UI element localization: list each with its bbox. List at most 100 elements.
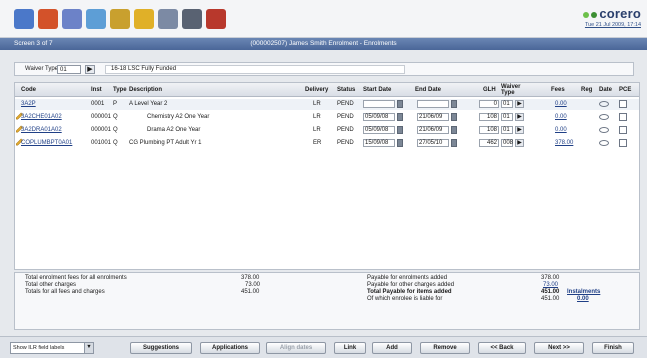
instalments-link[interactable]: Instalments: [567, 289, 600, 295]
description-cell: A Level Year 2: [129, 101, 168, 107]
instalments-value[interactable]: 0.00: [577, 296, 589, 302]
print-icon[interactable]: [182, 9, 202, 29]
delivery-cell: LR: [313, 127, 321, 133]
waiver-lookup-icon[interactable]: ▶: [515, 126, 524, 134]
waiver-type-cell-input[interactable]: 01: [501, 126, 513, 134]
finish-button[interactable]: Finish: [592, 342, 634, 354]
enrolments-grid: Code Inst Type Description Delivery Stat…: [14, 82, 640, 270]
end-date-input[interactable]: 21/06/09: [417, 126, 449, 134]
fees-link[interactable]: 0.00: [555, 114, 567, 120]
waiver-type-cell-input[interactable]: 01: [501, 113, 513, 121]
briefcase-icon[interactable]: [206, 9, 226, 29]
link-button[interactable]: Link: [334, 342, 366, 354]
back-button[interactable]: << Back: [478, 342, 526, 354]
glh-input[interactable]: 108: [479, 126, 499, 134]
applications-button[interactable]: Applications: [200, 342, 260, 354]
waiver-lookup-icon[interactable]: ▶: [515, 139, 524, 147]
status-cell: PEND: [337, 140, 354, 146]
waiver-type-cell-input[interactable]: 01: [501, 100, 513, 108]
view-icon[interactable]: [599, 101, 609, 107]
glh-input[interactable]: 462: [479, 139, 499, 147]
col-glh[interactable]: GLH: [483, 87, 496, 93]
suggestions-button[interactable]: Suggestions: [130, 342, 192, 354]
col-waiver-type[interactable]: Waiver Type: [501, 84, 520, 96]
calendar-icon[interactable]: [451, 139, 457, 147]
calendar-icon[interactable]: [397, 126, 403, 134]
calendar-icon[interactable]: [397, 100, 403, 108]
view-icon[interactable]: [599, 127, 609, 133]
inst-cell: 000001: [91, 114, 112, 120]
delivery-cell: ER: [313, 140, 322, 146]
calendar-icon[interactable]: [451, 113, 457, 121]
type-cell: P: [113, 101, 118, 107]
end-date-input[interactable]: [417, 100, 449, 108]
waiver-lookup-icon[interactable]: ▶: [515, 100, 524, 108]
pce-checkbox[interactable]: [619, 126, 627, 134]
start-date-input[interactable]: 05/09/08: [363, 113, 395, 121]
status-cell: PEND: [337, 127, 354, 133]
table-row[interactable]: 3A2DRA01A02 000001 Q Drama A2 One Year LR PEN…: [15, 125, 639, 136]
waiver-lookup-icon[interactable]: ▶: [515, 113, 524, 121]
tasks-icon[interactable]: [86, 9, 106, 29]
col-date[interactable]: Date: [599, 87, 612, 93]
col-fees[interactable]: Fees: [551, 87, 565, 93]
col-delivery[interactable]: Delivery: [305, 87, 328, 93]
col-inst[interactable]: Inst: [91, 87, 102, 93]
calendar-icon[interactable]: [451, 100, 457, 108]
enrolment-code-link[interactable]: COPLUMBPT0A01: [21, 140, 72, 146]
end-date-input[interactable]: 21/06/09: [417, 113, 449, 121]
col-status[interactable]: Status: [337, 87, 355, 93]
fees-link[interactable]: 0.00: [555, 127, 567, 133]
view-icon[interactable]: [599, 114, 609, 120]
calendar-icon[interactable]: [397, 113, 403, 121]
remove-button[interactable]: Remove: [420, 342, 470, 354]
attachment-icon[interactable]: [62, 9, 82, 29]
students-icon[interactable]: [38, 9, 58, 29]
col-description[interactable]: Description: [129, 87, 162, 93]
home-icon[interactable]: [14, 9, 34, 29]
calendar-icon[interactable]: [158, 9, 178, 29]
col-reg[interactable]: Reg: [581, 87, 592, 93]
waiver-type-input[interactable]: 01: [57, 65, 81, 74]
pce-checkbox[interactable]: [619, 113, 627, 121]
fees-link[interactable]: 0.00: [555, 101, 567, 107]
show-labels-select[interactable]: Show ILR field labels ▼: [10, 342, 94, 354]
glh-input[interactable]: 0: [479, 100, 499, 108]
col-type[interactable]: Type: [113, 87, 127, 93]
glh-input[interactable]: 108: [479, 113, 499, 121]
start-date-input[interactable]: 05/09/08: [363, 126, 395, 134]
table-row[interactable]: 3A2CHE01A02 000001 Q Chemistry A2 One Year L…: [15, 112, 639, 123]
waiver-lookup-button[interactable]: ▶: [85, 65, 95, 74]
pce-checkbox[interactable]: [619, 139, 627, 147]
add-button[interactable]: Add: [372, 342, 412, 354]
end-date-input[interactable]: 27/05/10: [417, 139, 449, 147]
datetime-link[interactable]: Tue 21 Jul 2009, 17:14: [583, 22, 641, 28]
payable-label: Of which enrolee is liable for: [367, 296, 443, 302]
enrolment-code-link[interactable]: 3A2DRA01A02: [21, 127, 62, 133]
fees-link[interactable]: 378.00: [555, 140, 573, 146]
enrolment-code-link[interactable]: 3A2CHE01A02: [21, 114, 62, 120]
start-date-input[interactable]: [363, 100, 395, 108]
chevron-down-icon: ▼: [84, 343, 93, 353]
table-row[interactable]: 3A2P 0001 P A Level Year 2 LR PEND 0 01 ▶ 0.00: [15, 99, 639, 110]
calendar-icon[interactable]: [451, 126, 457, 134]
col-pce[interactable]: PCE: [619, 87, 631, 93]
next-button[interactable]: Next >>: [534, 342, 584, 354]
waiver-label: Waiver Type: [25, 66, 59, 72]
pce-checkbox[interactable]: [619, 100, 627, 108]
edit-icon[interactable]: [134, 9, 154, 29]
inst-cell: 0001: [91, 101, 105, 107]
col-code[interactable]: Code: [21, 87, 36, 93]
table-row[interactable]: COPLUMBPT0A01 001001 Q CG Plumbing PT Adult…: [15, 138, 639, 149]
footer-buttons: Show ILR field labels ▼ Suggestions Appli…: [0, 336, 647, 358]
view-icon[interactable]: [599, 140, 609, 146]
payable-charges-link[interactable]: 73.00: [543, 282, 558, 288]
waiver-type-cell-input[interactable]: 008: [501, 139, 513, 147]
calendar-icon[interactable]: [397, 139, 403, 147]
align-dates-button: Align dates: [266, 342, 326, 354]
col-start-date[interactable]: Start Date: [363, 87, 391, 93]
search-icon[interactable]: [110, 9, 130, 29]
enrolment-code-link[interactable]: 3A2P: [21, 101, 36, 107]
start-date-input[interactable]: 15/09/08: [363, 139, 395, 147]
col-end-date[interactable]: End Date: [415, 87, 441, 93]
